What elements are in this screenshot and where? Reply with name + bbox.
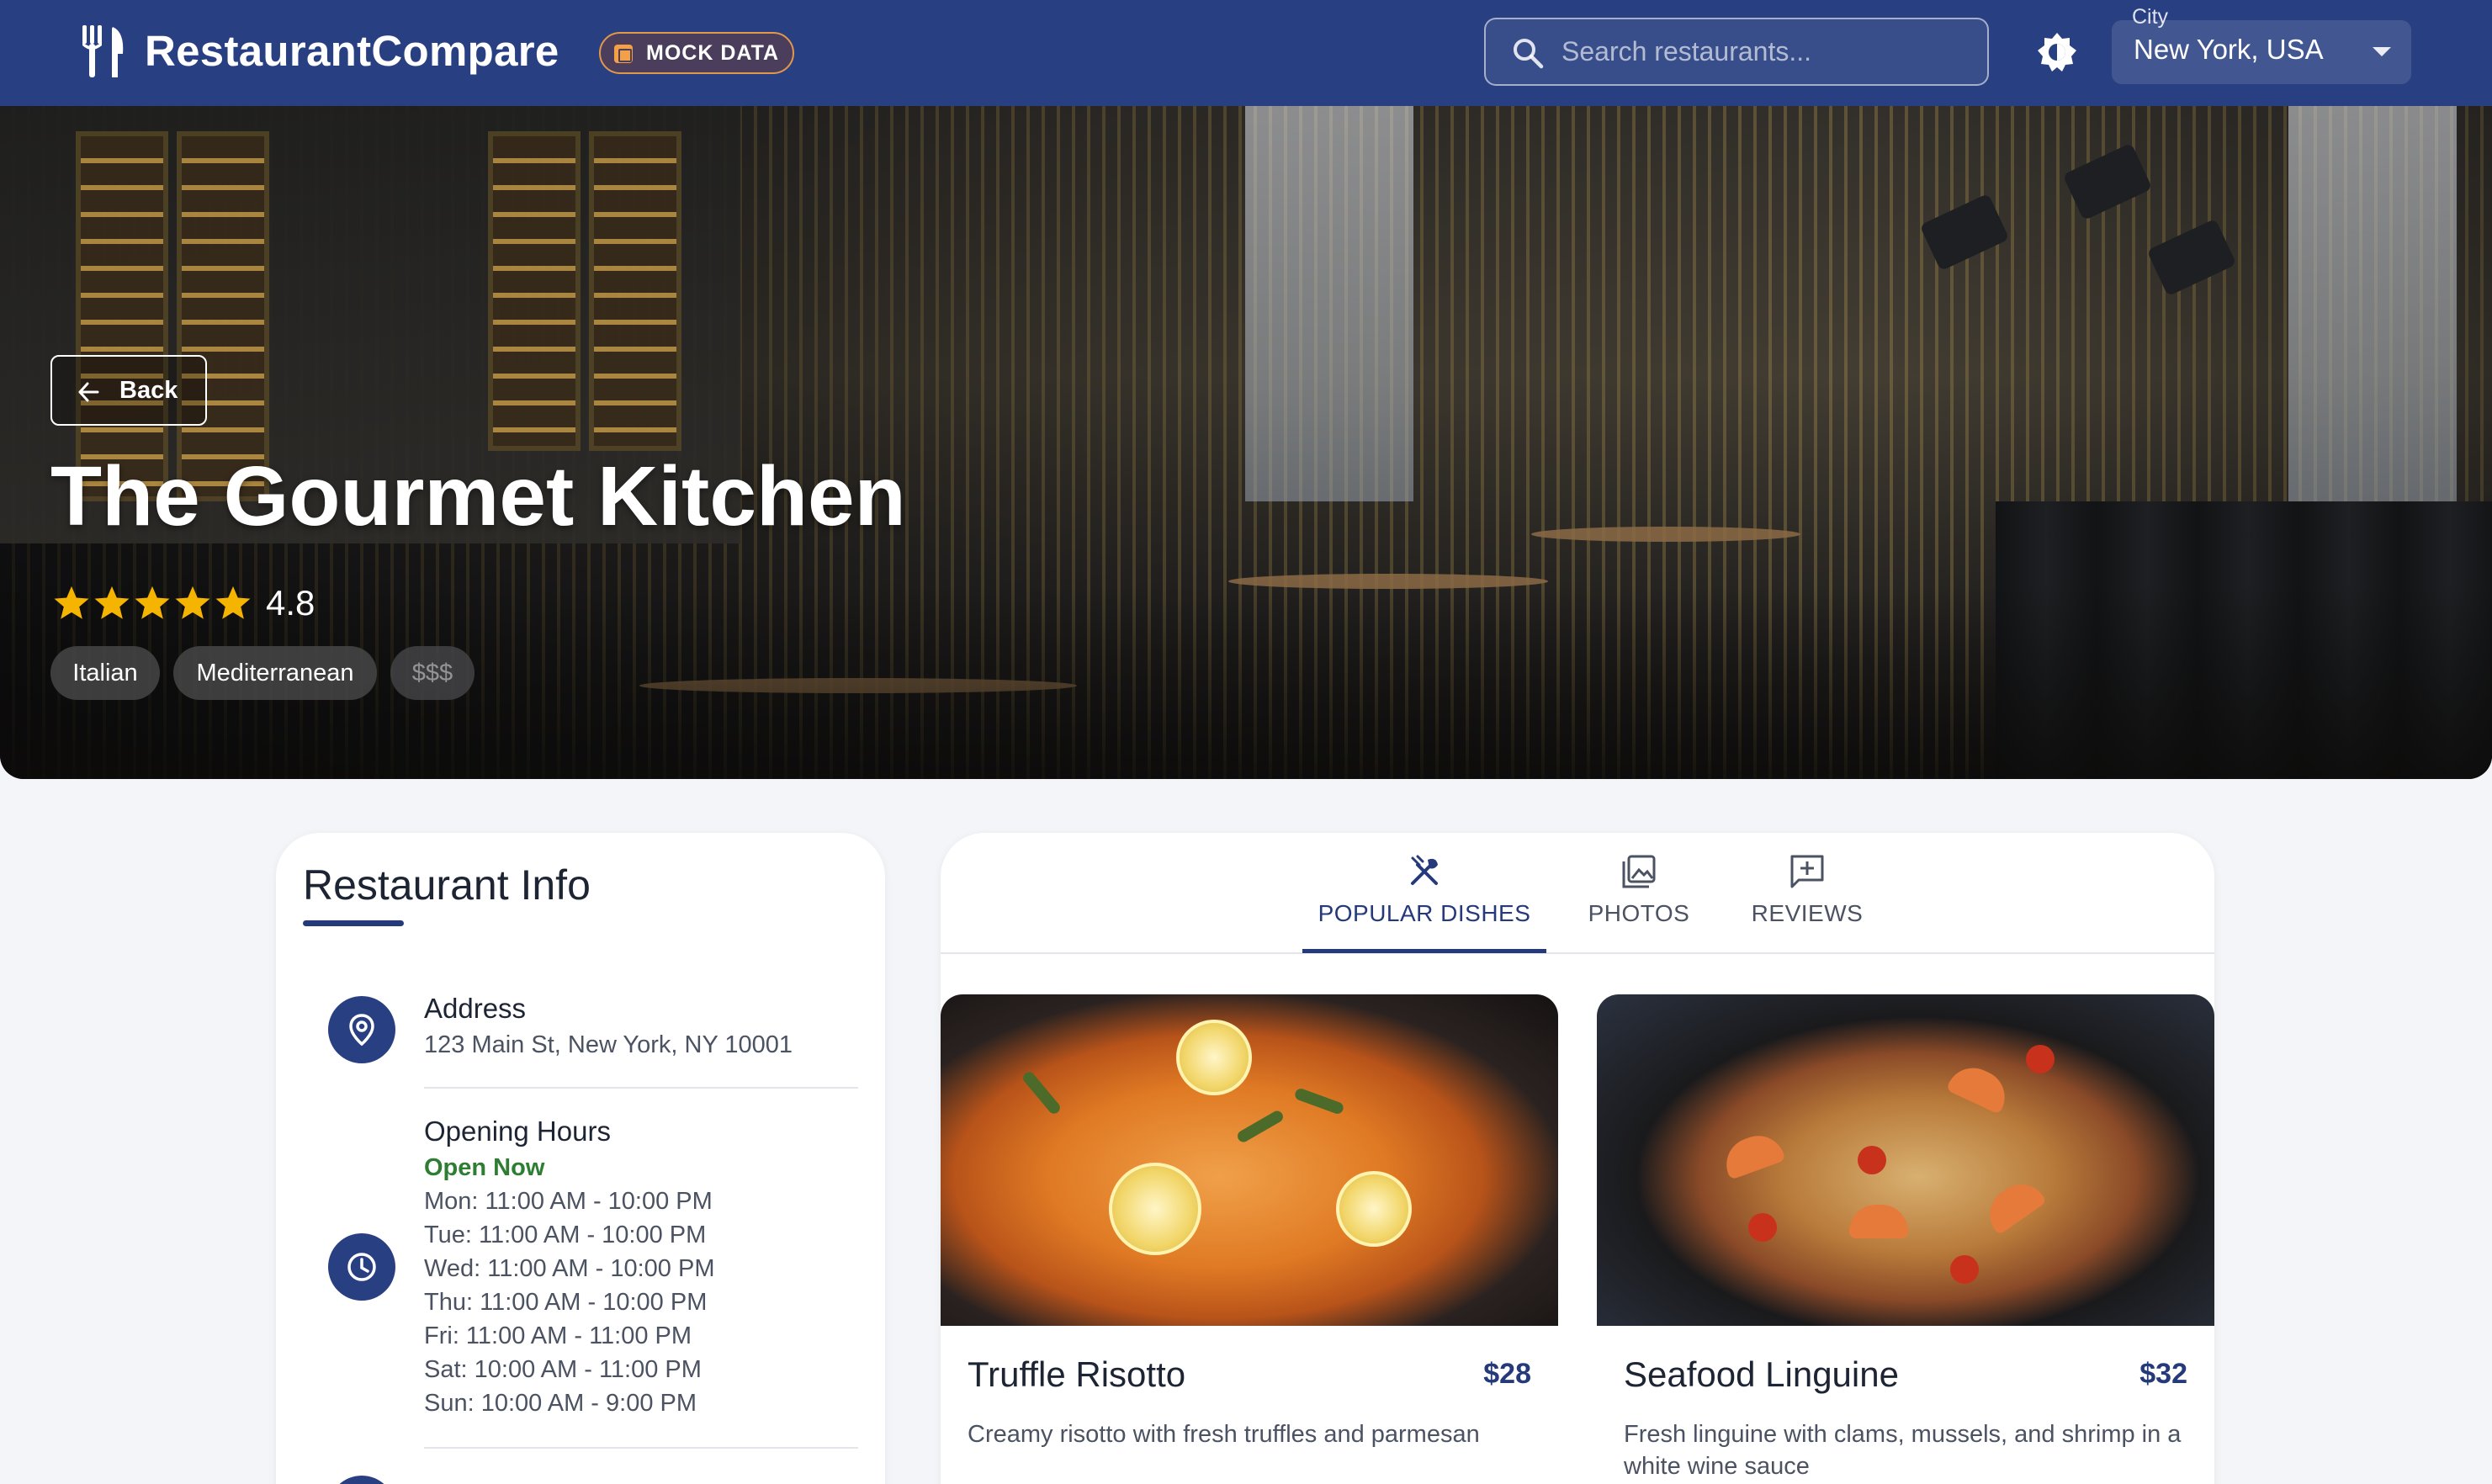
star-icon: [135, 586, 170, 619]
star-icon: [175, 586, 210, 619]
divider: [424, 1087, 858, 1089]
tab-bar: POPULAR DISHES PHOTOS REVIEWS: [941, 833, 2214, 954]
tab-popular-dishes[interactable]: POPULAR DISHES: [1302, 851, 1546, 952]
tab-reviews[interactable]: REVIEWS: [1723, 851, 1891, 952]
hours-line: Tue: 11:00 AM - 10:00 PM: [424, 1222, 707, 1248]
hero-table: [1531, 527, 1800, 542]
location-pin-icon: [328, 996, 395, 1063]
mock-data-badge: MOCK DATA: [599, 32, 794, 74]
dish-card[interactable]: Truffle Risotto $28 Creamy risotto with …: [941, 994, 1558, 1484]
hero-lamp: [2062, 142, 2153, 221]
address-label: Address: [424, 993, 527, 1024]
active-tab-indicator: [1302, 949, 1546, 953]
phone-icon: [328, 1476, 395, 1484]
lemon-slice: [1176, 1020, 1252, 1095]
divider: [424, 1447, 858, 1449]
shrimp: [1849, 1205, 1908, 1238]
hours-line: Thu: 11:00 AM - 10:00 PM: [424, 1289, 708, 1316]
hero-window: [1245, 106, 1413, 501]
address-value[interactable]: 123 Main St, New York, NY 10001: [424, 1031, 793, 1059]
star-icon: [54, 586, 89, 619]
open-status: Open Now: [424, 1154, 545, 1181]
wine-rack: [589, 131, 681, 451]
restaurant-info-card: Restaurant Info Address 123 Main St, New…: [276, 833, 885, 1484]
clock-icon: [328, 1233, 395, 1301]
hours-line: Wed: 11:00 AM - 10:00 PM: [424, 1255, 715, 1282]
dish-image[interactable]: [941, 994, 1558, 1326]
brightness-icon[interactable]: [2036, 31, 2078, 73]
tomato: [1950, 1255, 1979, 1284]
hours-label: Opening Hours: [424, 1116, 611, 1147]
dish-name: Seafood Linguine: [1624, 1354, 1899, 1394]
tomato: [1748, 1213, 1777, 1242]
tab-photos[interactable]: PHOTOS: [1563, 851, 1715, 952]
shrimp: [1979, 1174, 2048, 1236]
star-rating: [52, 584, 254, 624]
mock-data-label: MOCK DATA: [646, 41, 780, 65]
grid-icon: [614, 45, 633, 63]
tomato: [1858, 1146, 1886, 1174]
herb-garnish: [1235, 1108, 1286, 1145]
tab-label: REVIEWS: [1751, 900, 1864, 926]
dish-image[interactable]: [1597, 994, 2214, 1326]
app-name[interactable]: RestaurantCompare: [145, 22, 559, 81]
lemon-slice: [1109, 1163, 1201, 1255]
hero-banner: Back The Gourmet Kitchen 4.8 Italian Med…: [0, 106, 2492, 779]
menu-card: POPULAR DISHES PHOTOS REVIEWS Truffle Ri…: [941, 833, 2214, 1484]
hours-line: Mon: 11:00 AM - 10:00 PM: [424, 1188, 713, 1215]
dish-name: Truffle Risotto: [968, 1354, 1186, 1394]
hero-lamp: [1919, 193, 2010, 272]
city-label: City: [2132, 5, 2169, 29]
hours-line: Fri: 11:00 AM - 11:00 PM: [424, 1322, 692, 1349]
herb-garnish: [1021, 1069, 1063, 1116]
shrimp: [1945, 1059, 2014, 1115]
back-label: Back: [119, 377, 178, 404]
restaurant-name: The Gourmet Kitchen: [50, 449, 906, 543]
star-icon: [94, 586, 130, 619]
hours-line: Sun: 10:00 AM - 9:00 PM: [424, 1390, 697, 1417]
app-header: RestaurantCompare MOCK DATA City New Yor…: [0, 0, 2492, 106]
star-icon: [215, 586, 251, 619]
city-select[interactable]: City New York, USA: [2112, 5, 2411, 84]
dish-description: Fresh linguine with clams, mussels, and …: [1624, 1421, 2182, 1480]
info-title: Restaurant Info: [303, 861, 591, 909]
city-value[interactable]: New York, USA: [2134, 34, 2324, 66]
hero-window: [2288, 106, 2457, 501]
dish-description: Creamy risotto with fresh truffles and p…: [968, 1421, 1480, 1448]
fork-knife-icon[interactable]: [81, 25, 128, 77]
shrimp: [1719, 1128, 1786, 1180]
search-input[interactable]: [1561, 19, 1974, 84]
chevron-down-icon[interactable]: [2373, 47, 2391, 56]
lemon-slice: [1336, 1171, 1412, 1247]
herb-garnish: [1293, 1087, 1345, 1116]
rate-review-icon: [1790, 855, 1824, 888]
hours-line: Sat: 10:00 AM - 11:00 PM: [424, 1356, 702, 1383]
dish-price: $28: [1483, 1358, 1531, 1390]
tag-chip[interactable]: Mediterranean: [173, 646, 377, 700]
price-level-chip: $$$: [390, 646, 475, 700]
rating-value: 4.8: [266, 583, 315, 623]
search-icon: [1514, 39, 1544, 69]
photo-library-icon: [1622, 855, 1656, 888]
wine-rack: [488, 131, 581, 451]
tomato: [2026, 1045, 2055, 1073]
tab-label: POPULAR DISHES: [1318, 900, 1531, 926]
dish-card[interactable]: Seafood Linguine $32 Fresh linguine with…: [1597, 994, 2214, 1484]
utensils-crossed-icon: [1411, 855, 1438, 885]
back-button[interactable]: Back: [50, 355, 207, 426]
search-box[interactable]: [1484, 18, 1989, 86]
title-underline: [303, 920, 404, 926]
tab-label: PHOTOS: [1588, 900, 1690, 926]
hero-lamp: [2146, 218, 2237, 297]
arrow-left-icon: [78, 382, 99, 402]
tag-chip[interactable]: Italian: [50, 646, 160, 700]
dish-price: $32: [2139, 1358, 2187, 1390]
